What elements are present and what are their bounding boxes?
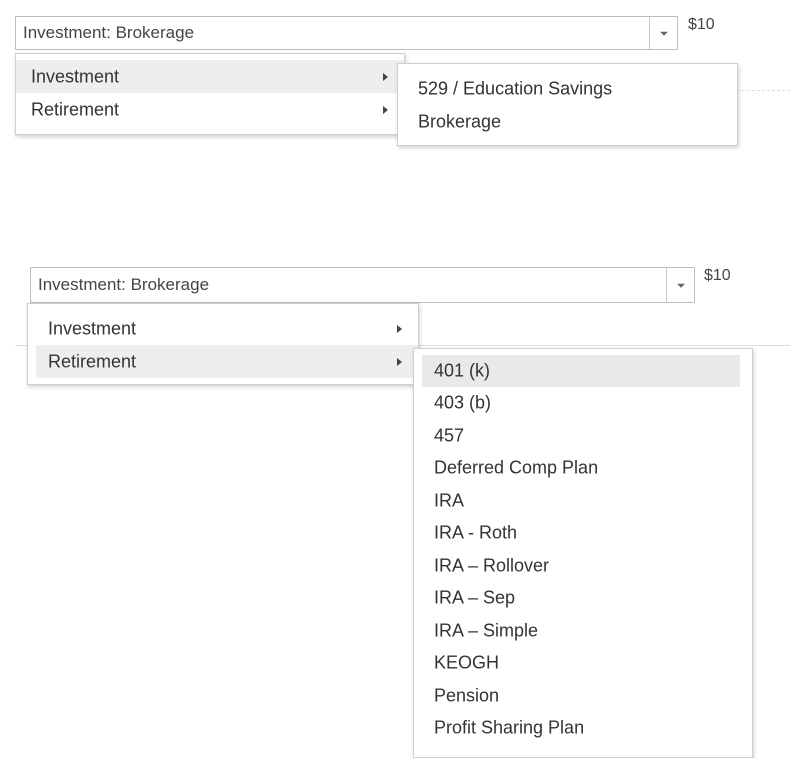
submenu-item-label: 457: [434, 425, 465, 446]
account-type-select[interactable]: Investment: Brokerage: [15, 16, 678, 50]
account-category-menu: Investment Retirement: [15, 53, 405, 135]
chevron-right-icon: [383, 72, 388, 81]
menu-item-investment[interactable]: Investment: [28, 312, 418, 345]
menu-item-label: Investment: [48, 318, 137, 338]
submenu-item-keogh[interactable]: KEOGH: [414, 647, 752, 679]
submenu-item-label: Brokerage: [418, 111, 502, 132]
submenu-item-401k[interactable]: 401 (k): [422, 355, 740, 387]
retirement-submenu: 401 (k) 403 (b) 457 Deferred Comp Plan I…: [413, 348, 753, 758]
select-toggle-button[interactable]: [649, 17, 677, 49]
select-value: Investment: Brokerage: [23, 23, 195, 42]
chevron-down-icon: [659, 31, 668, 36]
bottom-example: Investment: Brokerage $10 Investment Ret…: [0, 255, 795, 758]
top-example: Investment: Brokerage $10 Investment Ret…: [0, 0, 795, 230]
submenu-item-profit-sharing[interactable]: Profit Sharing Plan: [414, 712, 752, 744]
menu-item-retirement[interactable]: Retirement: [36, 345, 418, 378]
submenu-item-label: IRA – Simple: [434, 620, 539, 641]
select-value: Investment: Brokerage: [38, 275, 210, 294]
submenu-item-brokerage[interactable]: Brokerage: [398, 106, 737, 138]
price-value: $10: [704, 267, 731, 284]
submenu-item-label: IRA: [434, 490, 465, 511]
chevron-right-icon: [383, 105, 388, 114]
menu-item-label: Retirement: [48, 351, 137, 371]
submenu-item-label: 401 (k): [434, 360, 491, 381]
investment-submenu: 529 / Education Savings Brokerage: [397, 63, 738, 146]
submenu-item-ira[interactable]: IRA: [414, 485, 752, 517]
submenu-item-label: KEOGH: [434, 652, 500, 673]
submenu-item-label: Pension: [434, 685, 500, 706]
chevron-down-icon: [676, 283, 685, 288]
submenu-item-label: 403 (b): [434, 392, 492, 413]
submenu-item-label: IRA – Rollover: [434, 555, 550, 576]
menu-item-label: Investment: [31, 66, 120, 86]
submenu-item-label: IRA – Sep: [434, 587, 516, 608]
submenu-item-ira-roth[interactable]: IRA - Roth: [414, 517, 752, 549]
account-category-menu: Investment Retirement: [27, 303, 419, 385]
submenu-item-ira-rollover[interactable]: IRA – Rollover: [414, 550, 752, 582]
submenu-item-label: Profit Sharing Plan: [434, 717, 585, 738]
submenu-item-ira-sep[interactable]: IRA – Sep: [414, 582, 752, 614]
submenu-item-529[interactable]: 529 / Education Savings: [398, 73, 737, 105]
submenu-item-deferred-comp[interactable]: Deferred Comp Plan: [414, 452, 752, 484]
account-type-select[interactable]: Investment: Brokerage: [30, 267, 695, 303]
menu-item-investment[interactable]: Investment: [16, 60, 404, 93]
submenu-item-label: 529 / Education Savings: [418, 78, 613, 99]
select-toggle-button[interactable]: [666, 268, 694, 302]
chevron-right-icon: [397, 357, 402, 366]
menu-item-label: Retirement: [31, 99, 120, 119]
submenu-item-403b[interactable]: 403 (b): [414, 387, 752, 419]
submenu-item-pension[interactable]: Pension: [414, 680, 752, 712]
chevron-right-icon: [397, 324, 402, 333]
menu-item-retirement[interactable]: Retirement: [16, 93, 404, 126]
submenu-item-457[interactable]: 457: [414, 420, 752, 452]
price-value: $10: [688, 16, 715, 33]
submenu-item-label: Deferred Comp Plan: [434, 457, 599, 478]
submenu-item-ira-simple[interactable]: IRA – Simple: [414, 615, 752, 647]
submenu-item-label: IRA - Roth: [434, 522, 518, 543]
